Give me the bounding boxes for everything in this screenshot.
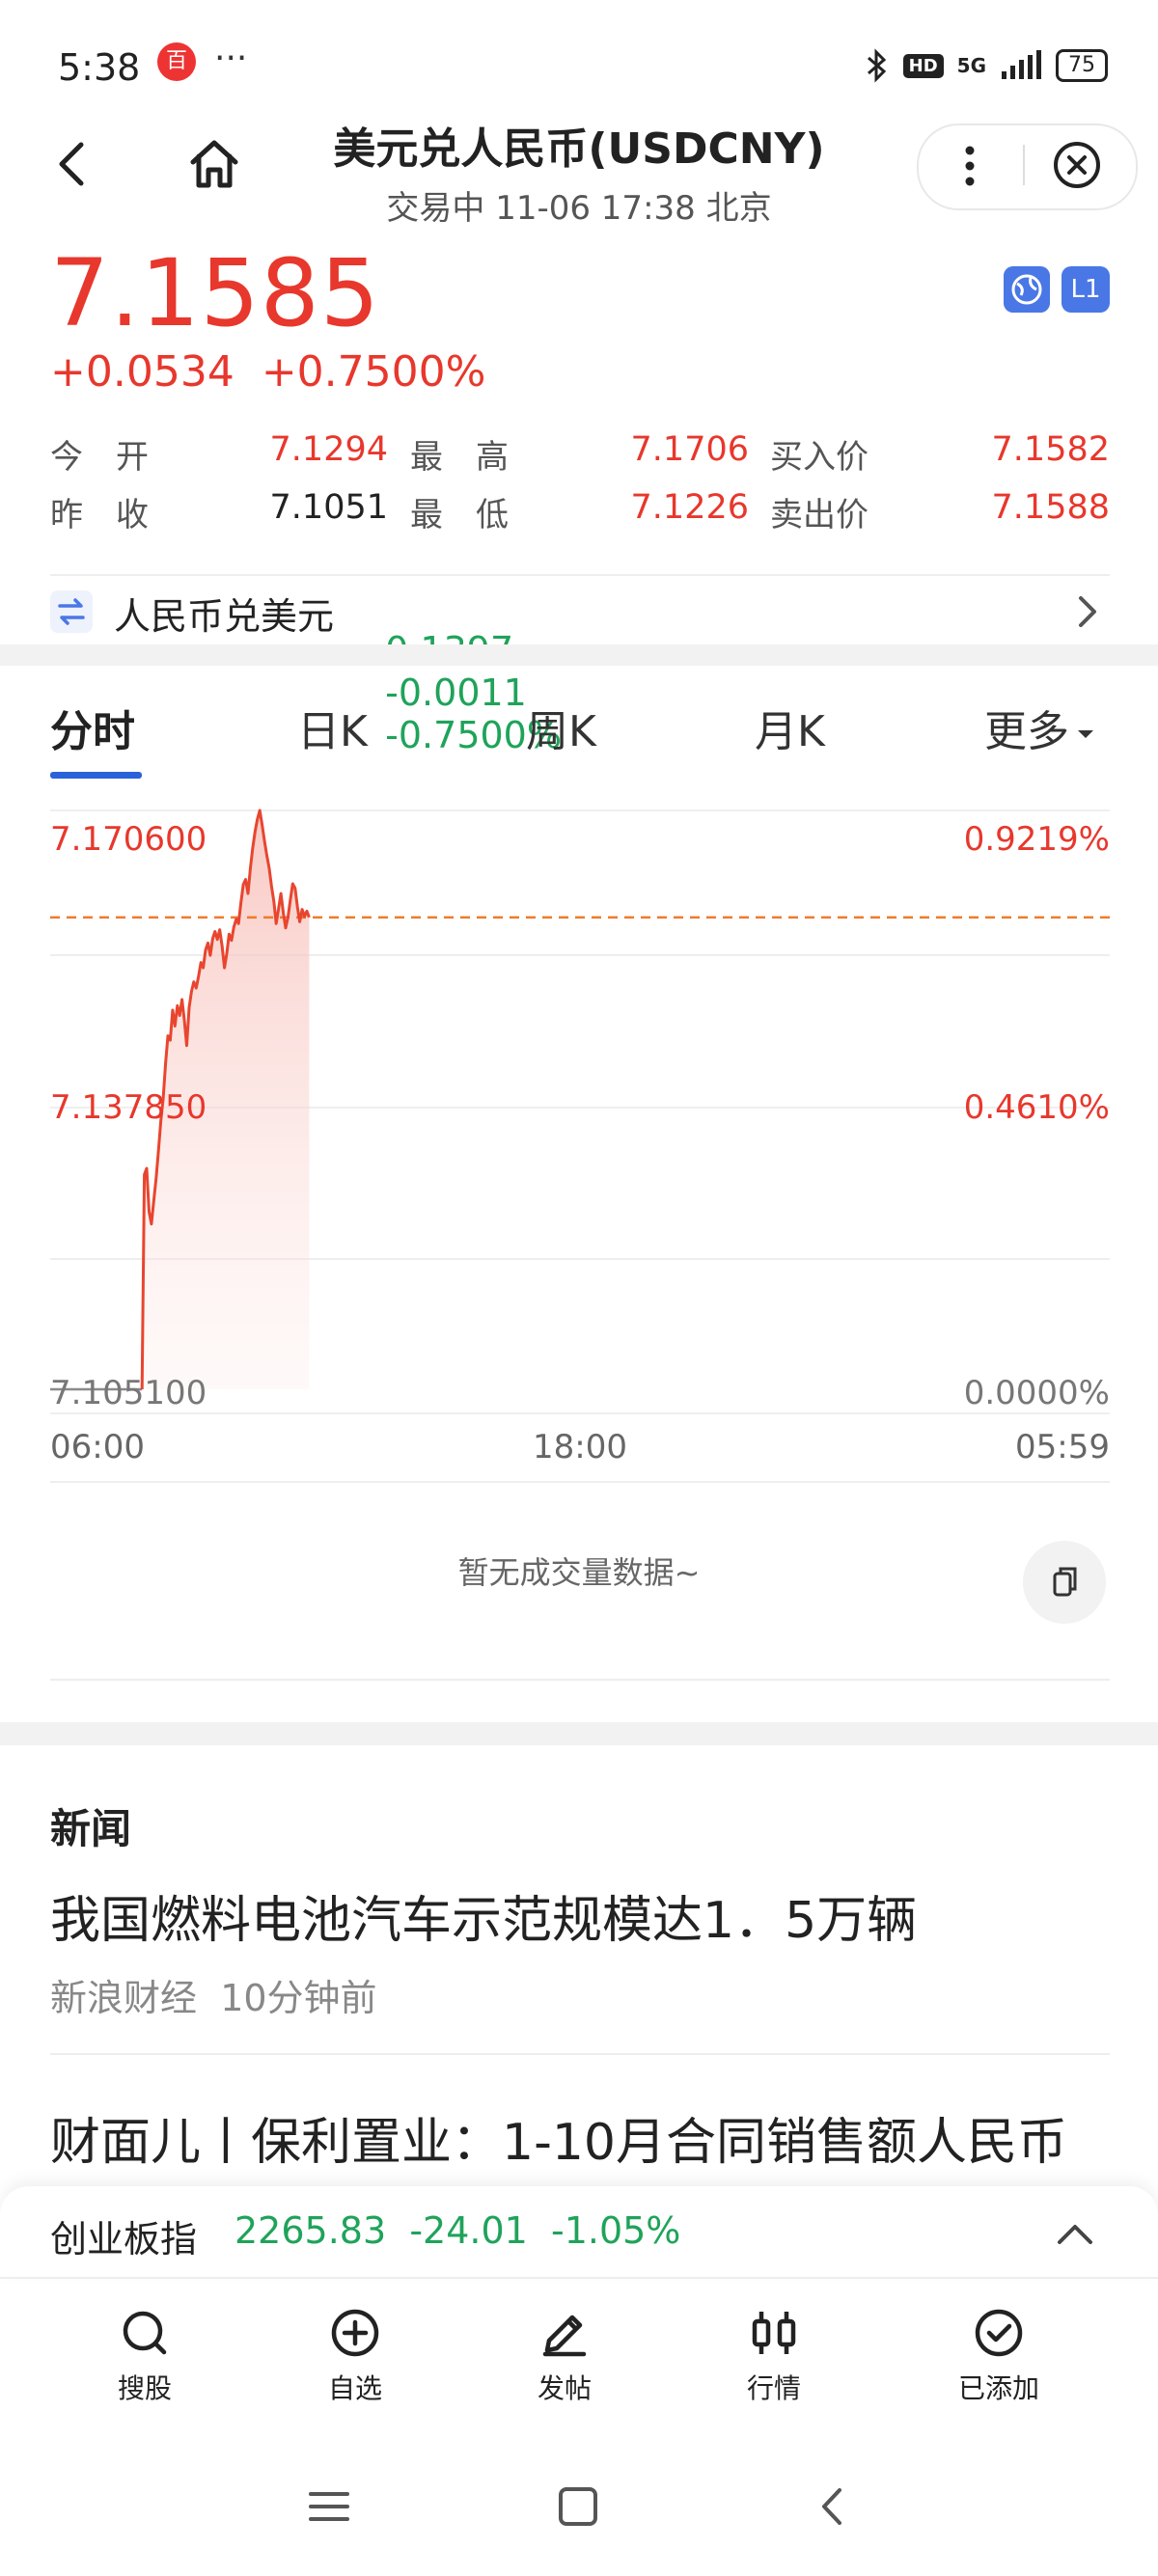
check-circle-icon	[975, 2309, 1023, 2357]
x-tick-mid: 18:00	[533, 1428, 627, 1466]
chevron-up-icon[interactable]	[1052, 2217, 1098, 2248]
stat-value-ask: 7.1588	[991, 488, 1110, 527]
change-value: +0.0534	[50, 347, 234, 397]
status-time: 5:38	[58, 46, 141, 89]
y-left-tick-mid: 7.137850	[50, 1088, 207, 1127]
nav-search-label: 搜股	[117, 2372, 172, 2404]
stat-value-low: 7.1226	[630, 488, 749, 527]
more-icon[interactable]	[951, 137, 989, 195]
ticker-change: -24.01	[409, 2209, 528, 2252]
nav-search[interactable]: 搜股	[68, 2304, 222, 2406]
section-gap	[0, 644, 1158, 666]
capsule-divider	[1023, 145, 1025, 185]
home-square-icon[interactable]	[556, 2484, 600, 2529]
ticker-value: 2265.83	[234, 2209, 387, 2252]
nav-post[interactable]: 发帖	[487, 2304, 642, 2406]
x-tick-end: 05:59	[1015, 1428, 1110, 1466]
news-item-meta: 新浪财经 10分钟前	[50, 1968, 377, 2021]
y-left-tick-bottom: 7.105100	[50, 1374, 207, 1412]
nav-watchlist-label: 自选	[327, 2372, 382, 2404]
section-gap	[0, 1722, 1158, 1745]
nav-post-label: 发帖	[537, 2372, 592, 2404]
divider	[50, 1679, 1110, 1681]
stat-value-bid: 7.1582	[991, 430, 1110, 469]
stat-label-bid: 买入价	[770, 438, 868, 477]
tab-weekly-k[interactable]: 周K	[526, 697, 596, 758]
add-circle-icon	[331, 2309, 379, 2357]
stat-value-open: 7.1294	[269, 430, 388, 469]
nav-watchlist[interactable]: 自选	[278, 2304, 432, 2406]
divider	[50, 574, 1110, 576]
stat-value-high: 7.1706	[630, 430, 749, 469]
hd-badge: HD	[902, 53, 944, 78]
stat-label-ask: 卖出价	[770, 496, 868, 534]
search-icon	[123, 2311, 167, 2355]
status-indicators: HD 5G 75	[865, 48, 1108, 83]
nav-market[interactable]: 行情	[697, 2304, 851, 2406]
ticker-values: 2265.83 -24.01 -1.05%	[234, 2209, 680, 2252]
chevron-right-icon[interactable]	[1073, 590, 1102, 633]
current-price: 7.1585	[50, 239, 380, 347]
candlestick-icon	[752, 2312, 796, 2354]
active-tab-indicator	[50, 772, 142, 779]
globe-icon[interactable]	[1004, 266, 1050, 313]
stat-label-open: 今 开	[50, 438, 149, 477]
swap-icon	[50, 590, 93, 633]
stat-label-prev-close: 昨 收	[50, 496, 149, 534]
app-notification-icon: 百	[157, 42, 196, 81]
news-section-title: 新闻	[50, 1805, 132, 1852]
stat-value-prev-close: 7.1051	[269, 488, 388, 527]
stat-label-low: 最 低	[410, 496, 509, 534]
tab-more-label: 更多	[984, 707, 1069, 756]
level1-badge[interactable]: L1	[1062, 266, 1110, 313]
tab-intraday[interactable]: 分时	[50, 697, 135, 758]
volume-empty-text: 暂无成交量数据~	[457, 1554, 701, 1591]
system-back-icon[interactable]	[811, 2484, 855, 2529]
news-item-title[interactable]: 财面儿丨保利置业：1-10月合同销售额人民币122亿元	[50, 2101, 1158, 2180]
y-left-tick-top: 7.170600	[50, 820, 207, 859]
bluetooth-icon	[867, 48, 886, 83]
nav-added[interactable]: 已添加	[922, 2304, 1076, 2406]
news-source: 新浪财经	[50, 1977, 198, 2019]
tab-monthly-k[interactable]: 月K	[755, 697, 825, 758]
nav-added-label: 已添加	[957, 2372, 1039, 2404]
x-tick-start: 06:00	[50, 1428, 145, 1466]
close-icon[interactable]	[1052, 140, 1102, 190]
inverse-rate-label[interactable]: 人民币兑美元	[114, 587, 334, 640]
change-percent: +0.7500%	[261, 347, 486, 397]
nav-market-label: 行情	[746, 2372, 801, 2404]
y-right-tick-top: 0.9219%	[963, 820, 1110, 859]
copy-icon[interactable]	[1023, 1541, 1106, 1624]
status-more-icon: ···	[214, 39, 248, 78]
divider	[50, 2053, 1110, 2055]
network-label: 5G	[956, 54, 986, 77]
inverse-change: -0.0011	[385, 671, 527, 714]
y-right-tick-bottom: 0.0000%	[963, 1374, 1110, 1412]
tab-more[interactable]: 更多	[984, 697, 1096, 758]
signal-icon	[1002, 50, 1041, 79]
menu-icon[interactable]	[307, 2484, 351, 2529]
y-right-tick-mid: 0.4610%	[963, 1088, 1110, 1127]
ticker-name: 创业板指	[50, 2218, 198, 2261]
news-time: 10分钟前	[220, 1977, 377, 2019]
stat-label-high: 最 高	[410, 438, 509, 477]
news-item-title[interactable]: 我国燃料电池汽车示范规模达1．5万辆	[50, 1879, 917, 1952]
chart-divider	[50, 1481, 1110, 1483]
tab-daily-k[interactable]: 日K	[297, 697, 368, 758]
caret-down-icon	[1078, 730, 1093, 738]
divider	[0, 2277, 1158, 2279]
pencil-icon	[542, 2315, 587, 2357]
ticker-change-percent: -1.05%	[550, 2209, 681, 2252]
battery-indicator: 75	[1056, 49, 1108, 82]
price-change: +0.0534 +0.7500%	[50, 347, 485, 397]
